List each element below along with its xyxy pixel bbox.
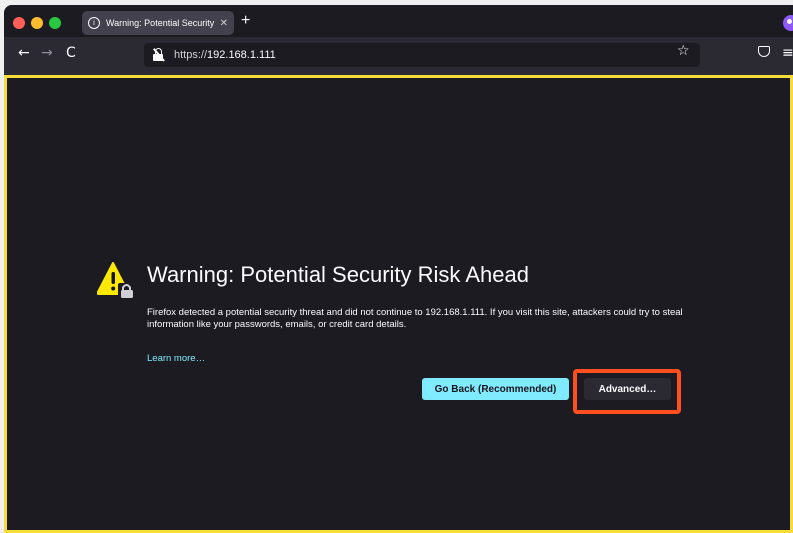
address-bar[interactable]: https:// 192.168.1.111 <box>144 43 700 67</box>
close-window-button[interactable] <box>13 17 25 29</box>
hamburger-menu-icon[interactable]: ≡ <box>782 45 793 61</box>
learn-more-link[interactable]: Learn more… <box>147 353 205 364</box>
url-scheme: https:// <box>174 49 208 61</box>
browser-window: i Warning: Potential Security Risk Ahead… <box>4 5 793 533</box>
tab-bar: i Warning: Potential Security Risk Ahead… <box>4 5 793 37</box>
bookmark-star-icon[interactable]: ☆ <box>677 43 690 59</box>
forward-arrow-icon[interactable]: → <box>41 45 53 61</box>
navigation-toolbar: ← → C https:// 192.168.1.111 ☆ ≡ <box>4 37 793 75</box>
page-content: Warning: Potential Security Risk Ahead F… <box>4 75 793 533</box>
page-title: Warning: Potential Security Risk Ahead <box>147 262 529 287</box>
warning-lock-icon <box>97 262 135 299</box>
reload-icon[interactable]: C <box>66 45 76 61</box>
tab-title: Warning: Potential Security Risk Ahead <box>106 18 216 28</box>
warning-description: Firefox detected a potential security th… <box>147 307 683 330</box>
info-icon: i <box>88 17 100 29</box>
advanced-button[interactable]: Advanced… <box>584 378 671 400</box>
pocket-icon[interactable] <box>758 46 770 57</box>
account-avatar-icon[interactable] <box>783 15 793 31</box>
tab-active[interactable]: i Warning: Potential Security Risk Ahead… <box>82 11 234 35</box>
url-host: 192.168.1.111 <box>207 49 276 61</box>
new-tab-button[interactable]: + <box>241 12 250 30</box>
back-arrow-icon[interactable]: ← <box>18 45 30 61</box>
tab-close-icon[interactable]: ✕ <box>220 18 228 29</box>
minimize-window-button[interactable] <box>31 17 43 29</box>
go-back-button[interactable]: Go Back (Recommended) <box>422 378 569 400</box>
insecure-lock-icon[interactable] <box>152 48 166 62</box>
zoom-window-button[interactable] <box>49 17 61 29</box>
